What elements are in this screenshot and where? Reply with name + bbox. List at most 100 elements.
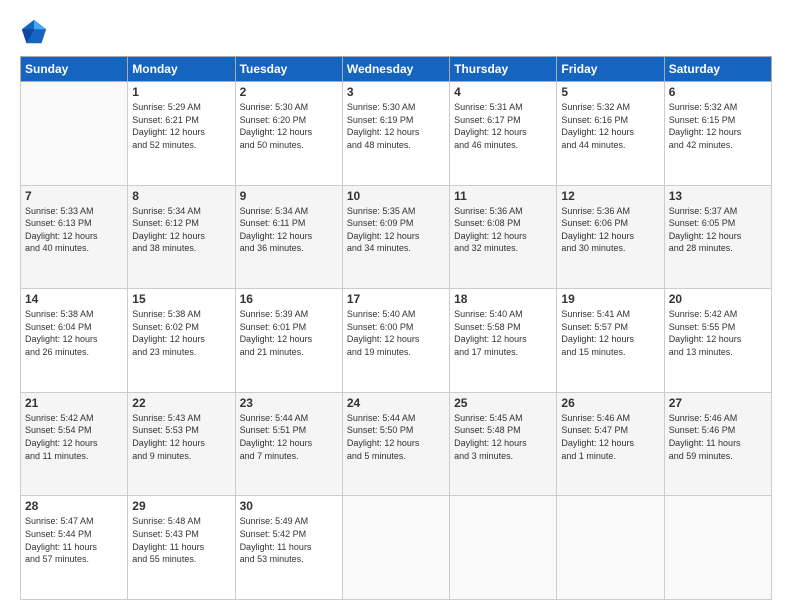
calendar-cell xyxy=(21,82,128,186)
weekday-header-sunday: Sunday xyxy=(21,57,128,82)
calendar-cell: 21 Sunrise: 5:42 AM Sunset: 5:54 PM Dayli… xyxy=(21,392,128,496)
calendar-cell: 22 Sunrise: 5:43 AM Sunset: 5:53 PM Dayli… xyxy=(128,392,235,496)
day-info: Sunrise: 5:44 AM Sunset: 5:50 PM Dayligh… xyxy=(347,412,445,462)
calendar-cell: 18 Sunrise: 5:40 AM Sunset: 5:58 PM Dayli… xyxy=(450,289,557,393)
day-number: 14 xyxy=(25,292,123,306)
calendar-cell: 13 Sunrise: 5:37 AM Sunset: 6:05 PM Dayli… xyxy=(664,185,771,289)
day-info: Sunrise: 5:38 AM Sunset: 6:02 PM Dayligh… xyxy=(132,308,230,358)
day-number: 1 xyxy=(132,85,230,99)
weekday-header-monday: Monday xyxy=(128,57,235,82)
day-info: Sunrise: 5:49 AM Sunset: 5:42 PM Dayligh… xyxy=(240,515,338,565)
day-info: Sunrise: 5:40 AM Sunset: 5:58 PM Dayligh… xyxy=(454,308,552,358)
day-info: Sunrise: 5:44 AM Sunset: 5:51 PM Dayligh… xyxy=(240,412,338,462)
day-info: Sunrise: 5:39 AM Sunset: 6:01 PM Dayligh… xyxy=(240,308,338,358)
day-number: 6 xyxy=(669,85,767,99)
calendar-cell: 7 Sunrise: 5:33 AM Sunset: 6:13 PM Daylig… xyxy=(21,185,128,289)
weekday-header-friday: Friday xyxy=(557,57,664,82)
day-info: Sunrise: 5:33 AM Sunset: 6:13 PM Dayligh… xyxy=(25,205,123,255)
day-info: Sunrise: 5:42 AM Sunset: 5:54 PM Dayligh… xyxy=(25,412,123,462)
logo xyxy=(20,18,52,46)
header xyxy=(20,18,772,46)
day-info: Sunrise: 5:37 AM Sunset: 6:05 PM Dayligh… xyxy=(669,205,767,255)
day-number: 16 xyxy=(240,292,338,306)
weekday-header-tuesday: Tuesday xyxy=(235,57,342,82)
calendar-week-row: 21 Sunrise: 5:42 AM Sunset: 5:54 PM Dayli… xyxy=(21,392,772,496)
calendar-cell: 8Sunrise: 5:34 AM Sunset: 6:12 PM Daylig… xyxy=(128,185,235,289)
day-number: 17 xyxy=(347,292,445,306)
day-info: Sunrise: 5:43 AM Sunset: 5:53 PM Dayligh… xyxy=(132,412,230,462)
day-info: Sunrise: 5:29 AM Sunset: 6:21 PM Dayligh… xyxy=(132,101,230,151)
day-number: 21 xyxy=(25,396,123,410)
calendar-cell: 6 Sunrise: 5:32 AM Sunset: 6:15 PM Daylig… xyxy=(664,82,771,186)
day-number: 27 xyxy=(669,396,767,410)
day-info: Sunrise: 5:48 AM Sunset: 5:43 PM Dayligh… xyxy=(132,515,230,565)
day-info: Sunrise: 5:40 AM Sunset: 6:00 PM Dayligh… xyxy=(347,308,445,358)
calendar-week-row: 28 Sunrise: 5:47 AM Sunset: 5:44 PM Dayli… xyxy=(21,496,772,600)
calendar-cell xyxy=(342,496,449,600)
day-number: 15 xyxy=(132,292,230,306)
day-number: 8 xyxy=(132,189,230,203)
day-number: 22 xyxy=(132,396,230,410)
calendar-cell: 2 Sunrise: 5:30 AM Sunset: 6:20 PM Daylig… xyxy=(235,82,342,186)
day-info: Sunrise: 5:32 AM Sunset: 6:15 PM Dayligh… xyxy=(669,101,767,151)
weekday-header-thursday: Thursday xyxy=(450,57,557,82)
day-number: 2 xyxy=(240,85,338,99)
day-info: Sunrise: 5:30 AM Sunset: 6:19 PM Dayligh… xyxy=(347,101,445,151)
calendar-week-row: 7 Sunrise: 5:33 AM Sunset: 6:13 PM Daylig… xyxy=(21,185,772,289)
day-info: Sunrise: 5:46 AM Sunset: 5:47 PM Dayligh… xyxy=(561,412,659,462)
calendar-cell: 14Sunrise: 5:38 AM Sunset: 6:04 PM Dayli… xyxy=(21,289,128,393)
weekday-header-saturday: Saturday xyxy=(664,57,771,82)
calendar-cell: 4 Sunrise: 5:31 AM Sunset: 6:17 PM Daylig… xyxy=(450,82,557,186)
day-number: 3 xyxy=(347,85,445,99)
day-number: 11 xyxy=(454,189,552,203)
day-number: 30 xyxy=(240,499,338,513)
calendar-cell: 24 Sunrise: 5:44 AM Sunset: 5:50 PM Dayli… xyxy=(342,392,449,496)
day-number: 5 xyxy=(561,85,659,99)
day-number: 19 xyxy=(561,292,659,306)
day-number: 25 xyxy=(454,396,552,410)
day-info: Sunrise: 5:31 AM Sunset: 6:17 PM Dayligh… xyxy=(454,101,552,151)
calendar-cell: 25 Sunrise: 5:45 AM Sunset: 5:48 PM Dayli… xyxy=(450,392,557,496)
day-number: 24 xyxy=(347,396,445,410)
calendar-cell: 12 Sunrise: 5:36 AM Sunset: 6:06 PM Dayli… xyxy=(557,185,664,289)
day-info: Sunrise: 5:35 AM Sunset: 6:09 PM Dayligh… xyxy=(347,205,445,255)
day-number: 12 xyxy=(561,189,659,203)
calendar-cell: 17 Sunrise: 5:40 AM Sunset: 6:00 PM Dayli… xyxy=(342,289,449,393)
day-info: Sunrise: 5:36 AM Sunset: 6:08 PM Dayligh… xyxy=(454,205,552,255)
day-number: 20 xyxy=(669,292,767,306)
day-number: 13 xyxy=(669,189,767,203)
day-info: Sunrise: 5:36 AM Sunset: 6:06 PM Dayligh… xyxy=(561,205,659,255)
day-info: Sunrise: 5:41 AM Sunset: 5:57 PM Dayligh… xyxy=(561,308,659,358)
calendar-cell: 16 Sunrise: 5:39 AM Sunset: 6:01 PM Dayli… xyxy=(235,289,342,393)
calendar-cell: 29 Sunrise: 5:48 AM Sunset: 5:43 PM Dayli… xyxy=(128,496,235,600)
calendar-cell: 11 Sunrise: 5:36 AM Sunset: 6:08 PM Dayli… xyxy=(450,185,557,289)
calendar-cell: 28 Sunrise: 5:47 AM Sunset: 5:44 PM Dayli… xyxy=(21,496,128,600)
weekday-header-row: SundayMondayTuesdayWednesdayThursdayFrid… xyxy=(21,57,772,82)
weekday-header-wednesday: Wednesday xyxy=(342,57,449,82)
page: SundayMondayTuesdayWednesdayThursdayFrid… xyxy=(0,0,792,612)
calendar-cell: 1 Sunrise: 5:29 AM Sunset: 6:21 PM Daylig… xyxy=(128,82,235,186)
day-number: 9 xyxy=(240,189,338,203)
day-number: 29 xyxy=(132,499,230,513)
calendar-cell: 19 Sunrise: 5:41 AM Sunset: 5:57 PM Dayli… xyxy=(557,289,664,393)
day-info: Sunrise: 5:30 AM Sunset: 6:20 PM Dayligh… xyxy=(240,101,338,151)
calendar-table: SundayMondayTuesdayWednesdayThursdayFrid… xyxy=(20,56,772,600)
calendar-cell xyxy=(557,496,664,600)
day-number: 7 xyxy=(25,189,123,203)
day-number: 18 xyxy=(454,292,552,306)
calendar-week-row: 14Sunrise: 5:38 AM Sunset: 6:04 PM Dayli… xyxy=(21,289,772,393)
calendar-cell: 23Sunrise: 5:44 AM Sunset: 5:51 PM Dayli… xyxy=(235,392,342,496)
day-number: 10 xyxy=(347,189,445,203)
day-info: Sunrise: 5:42 AM Sunset: 5:55 PM Dayligh… xyxy=(669,308,767,358)
day-number: 28 xyxy=(25,499,123,513)
calendar-cell xyxy=(450,496,557,600)
logo-icon xyxy=(20,18,48,46)
day-info: Sunrise: 5:47 AM Sunset: 5:44 PM Dayligh… xyxy=(25,515,123,565)
day-info: Sunrise: 5:46 AM Sunset: 5:46 PM Dayligh… xyxy=(669,412,767,462)
calendar-cell: 27 Sunrise: 5:46 AM Sunset: 5:46 PM Dayli… xyxy=(664,392,771,496)
calendar-week-row: 1 Sunrise: 5:29 AM Sunset: 6:21 PM Daylig… xyxy=(21,82,772,186)
calendar-cell: 9Sunrise: 5:34 AM Sunset: 6:11 PM Daylig… xyxy=(235,185,342,289)
calendar-cell: 30 Sunrise: 5:49 AM Sunset: 5:42 PM Dayli… xyxy=(235,496,342,600)
day-info: Sunrise: 5:45 AM Sunset: 5:48 PM Dayligh… xyxy=(454,412,552,462)
day-number: 4 xyxy=(454,85,552,99)
